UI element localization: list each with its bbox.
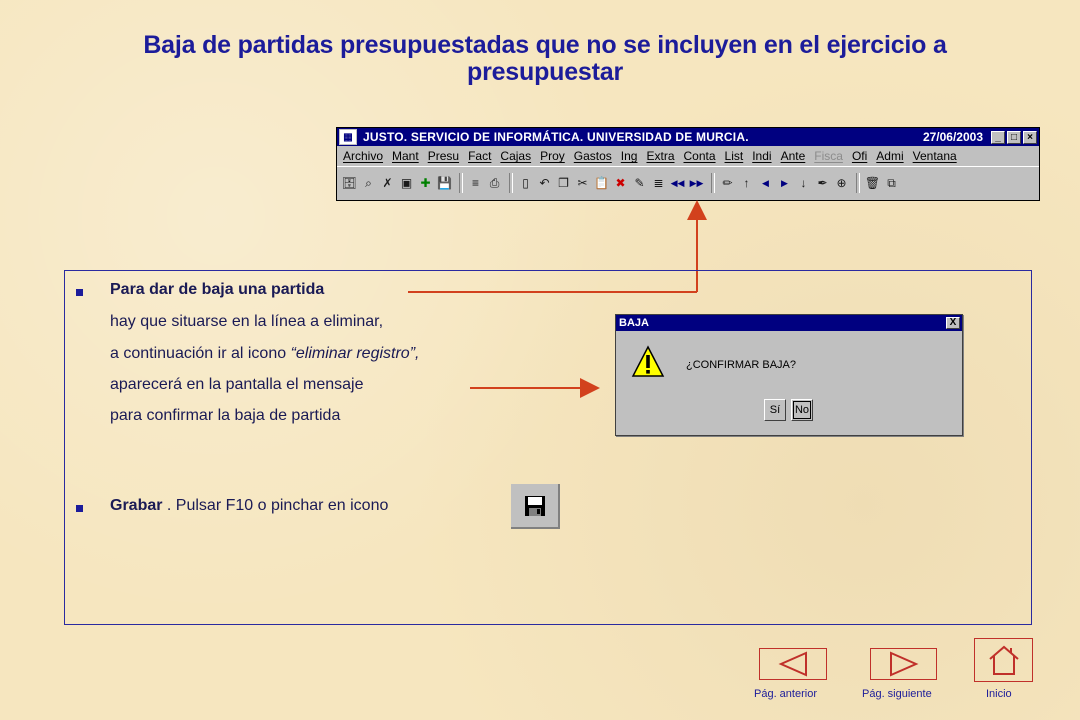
- next-page-button[interactable]: [870, 648, 937, 680]
- home-label[interactable]: Inicio: [986, 688, 1012, 700]
- warning-icon: [631, 345, 665, 377]
- triangle-left-icon: [778, 651, 807, 677]
- dialog-titlebar: BAJA X: [616, 315, 962, 331]
- prev-page-label[interactable]: Pág. anterior: [754, 688, 817, 700]
- confirm-dialog: BAJA X ¿CONFIRMAR BAJA? Sí No: [615, 314, 963, 436]
- next-page-label[interactable]: Pág. siguiente: [862, 688, 932, 700]
- bullet1-line3: a continuación ir al icono “eliminar reg…: [110, 345, 420, 362]
- home-button[interactable]: [974, 638, 1033, 682]
- dialog-close-button[interactable]: X: [946, 317, 960, 329]
- bullet1-line5: para confirmar la baja de partida: [110, 407, 341, 424]
- bullet1-line2: hay que situarse en la línea a eliminar,: [110, 313, 384, 330]
- bullet-marker-1: [76, 289, 83, 296]
- save-icon-illustration: [511, 484, 560, 529]
- grabar-label: Grabar: [110, 497, 163, 514]
- home-icon: [988, 645, 1019, 675]
- dialog-yes-button[interactable]: Sí: [764, 399, 786, 421]
- floppy-save-icon: [524, 495, 545, 516]
- bullet1-title: Para dar de baja una partida: [110, 281, 325, 298]
- prev-page-button[interactable]: [759, 648, 827, 680]
- eliminar-registro-text: “eliminar registro”,: [290, 345, 420, 362]
- bullet-marker-2: [76, 505, 83, 512]
- triangle-right-icon: [889, 651, 918, 677]
- dialog-title: BAJA: [619, 317, 649, 329]
- dialog-message: ¿CONFIRMAR BAJA?: [686, 359, 797, 371]
- dialog-no-button[interactable]: No: [791, 399, 813, 421]
- bullet1-line4: aparecerá en la pantalla el mensaje: [110, 376, 364, 393]
- bullet2-text: Grabar . Pulsar F10 o pinchar en icono: [110, 497, 389, 514]
